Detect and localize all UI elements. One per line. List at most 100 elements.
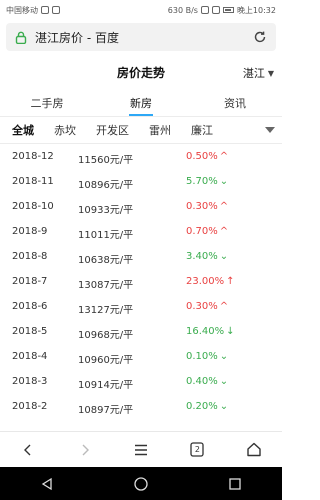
row-price: 10896元/平: [78, 180, 134, 191]
tab-new-house[interactable]: 新房: [94, 88, 188, 116]
menu-icon[interactable]: [126, 435, 156, 465]
table-row: 2018-2 10897元/平 0.20% ⌄: [0, 396, 282, 420]
district-leizhou[interactable]: 雷州: [149, 122, 171, 138]
table-row: 2018-9 11011元/平 0.70% ^: [0, 221, 282, 245]
caret-down-icon: ▼: [267, 68, 274, 78]
row-month: 2018-8: [12, 251, 48, 262]
status-right: 630 B/s 晚上10:32: [168, 5, 276, 16]
district-chikan[interactable]: 赤坎: [54, 122, 76, 138]
arrow-up-icon: ^: [219, 151, 229, 162]
system-nav-bar: [0, 467, 282, 500]
row-month: 2018-10: [12, 201, 54, 212]
main-tabs: 二手房 新房 资讯: [0, 88, 282, 116]
row-change: 0.10% ⌄: [186, 351, 228, 362]
change-value: 23.00%: [186, 276, 225, 287]
district-development-zone[interactable]: 开发区: [96, 122, 129, 138]
change-value: 0.70%: [186, 226, 218, 237]
row-month: 2018-2: [12, 401, 48, 412]
row-change: 16.40% ↓: [186, 326, 235, 337]
row-month: 2018-9: [12, 226, 48, 237]
chevron-left-icon[interactable]: [13, 435, 43, 465]
table-row: 2018-12 11560元/平 0.50% ^: [0, 146, 282, 170]
row-price: 11560元/平: [78, 155, 134, 166]
district-lianjiang[interactable]: 廉江: [191, 122, 213, 138]
notification-icon: [41, 6, 49, 14]
change-value: 0.50%: [186, 151, 218, 162]
chevron-right-icon[interactable]: [70, 435, 100, 465]
carrier-label: 中国移动: [6, 5, 38, 15]
address-title: 湛江房价 - 百度: [35, 30, 119, 45]
tab-news[interactable]: 资讯: [188, 88, 282, 116]
arrow-up-icon: ^: [219, 301, 229, 312]
row-change: 23.00% ↑: [186, 276, 235, 287]
refresh-icon[interactable]: [252, 29, 268, 45]
row-change: 0.50% ^: [186, 151, 228, 162]
table-row: 2018-10 10933元/平 0.30% ^: [0, 196, 282, 220]
signal-icon: [211, 6, 220, 14]
back-triangle-icon[interactable]: [32, 469, 62, 499]
row-price: 10968元/平: [78, 330, 134, 341]
page-header: 房价走势 湛江 ▼: [0, 58, 282, 86]
change-value: 0.20%: [186, 401, 218, 412]
district-more-icon[interactable]: [258, 117, 282, 143]
row-change: 0.70% ^: [186, 226, 228, 237]
arrow-down-icon: ⌄: [219, 251, 229, 262]
row-price: 10897元/平: [78, 405, 134, 416]
home-icon[interactable]: [239, 435, 269, 465]
clock: 晚上10:32: [236, 5, 276, 15]
district-filter: 全城 赤坎 开发区 雷州 廉江: [0, 116, 282, 144]
app-notification-icon: [52, 6, 60, 14]
row-month: 2018-11: [12, 176, 54, 187]
table-row: 2018-6 13127元/平 0.30% ^: [0, 296, 282, 320]
arrow-down-icon: ⌄: [219, 176, 229, 187]
price-table: 2018-12 11560元/平 0.50% ^ 2018-11 10896元/平…: [0, 146, 282, 426]
address-bar[interactable]: 湛江房价 - 百度: [6, 23, 276, 51]
arrow-down-icon: ⌄: [219, 351, 229, 362]
arrow-down-icon: ⌄: [219, 376, 229, 387]
tab-count: 2: [194, 445, 200, 454]
row-change: 0.20% ⌄: [186, 401, 228, 412]
change-value: 16.40%: [186, 326, 225, 337]
change-value: 0.30%: [186, 201, 218, 212]
table-row: 2018-11 10896元/平 5.70% ⌄: [0, 171, 282, 195]
row-price: 10638元/平: [78, 255, 134, 266]
network-speed: 630 B/s: [167, 5, 198, 15]
district-all[interactable]: 全城: [12, 122, 34, 138]
row-change: 0.30% ^: [186, 301, 228, 312]
row-month: 2018-6: [12, 301, 48, 312]
tab-count-icon[interactable]: 2: [182, 435, 212, 465]
table-row: 2018-3 10914元/平 0.40% ⌄: [0, 371, 282, 395]
change-value: 5.70%: [186, 176, 218, 187]
table-row: 2018-8 10638元/平 3.40% ⌄: [0, 246, 282, 270]
arrow-up-icon: ^: [219, 226, 229, 237]
status-bar: 中国移动 630 B/s 晚上10:32: [0, 0, 282, 20]
arrow-up-icon: ^: [219, 201, 229, 212]
change-value: 0.40%: [186, 376, 218, 387]
change-value: 0.30%: [186, 301, 218, 312]
change-value: 3.40%: [186, 251, 218, 262]
row-month: 2018-3: [12, 376, 48, 387]
city-selector[interactable]: 湛江 ▼: [243, 65, 274, 81]
row-price: 10960元/平: [78, 355, 134, 366]
page-title: 房价走势: [116, 66, 165, 80]
row-change: 0.30% ^: [186, 201, 228, 212]
arrow-down-icon: ↓: [226, 326, 235, 337]
change-value: 0.10%: [186, 351, 218, 362]
browser-toolbar: 2: [0, 431, 282, 467]
row-price: 10933元/平: [78, 205, 134, 216]
status-left: 中国移动: [6, 5, 60, 16]
arrow-down-icon: ⌄: [219, 401, 229, 412]
row-price: 13127元/平: [78, 305, 134, 316]
row-month: 2018-12: [12, 151, 54, 162]
city-label: 湛江: [242, 67, 265, 80]
home-circle-icon[interactable]: [126, 469, 156, 499]
recents-square-icon[interactable]: [220, 469, 250, 499]
lock-icon: [14, 31, 27, 44]
row-change: 5.70% ⌄: [186, 176, 228, 187]
table-row: 2018-5 10968元/平 16.40% ↓: [0, 321, 282, 345]
row-month: 2018-5: [12, 326, 48, 337]
row-change: 3.40% ⌄: [186, 251, 228, 262]
tab-second-hand[interactable]: 二手房: [0, 88, 94, 116]
row-price: 10914元/平: [78, 380, 134, 391]
row-month: 2018-7: [12, 276, 48, 287]
